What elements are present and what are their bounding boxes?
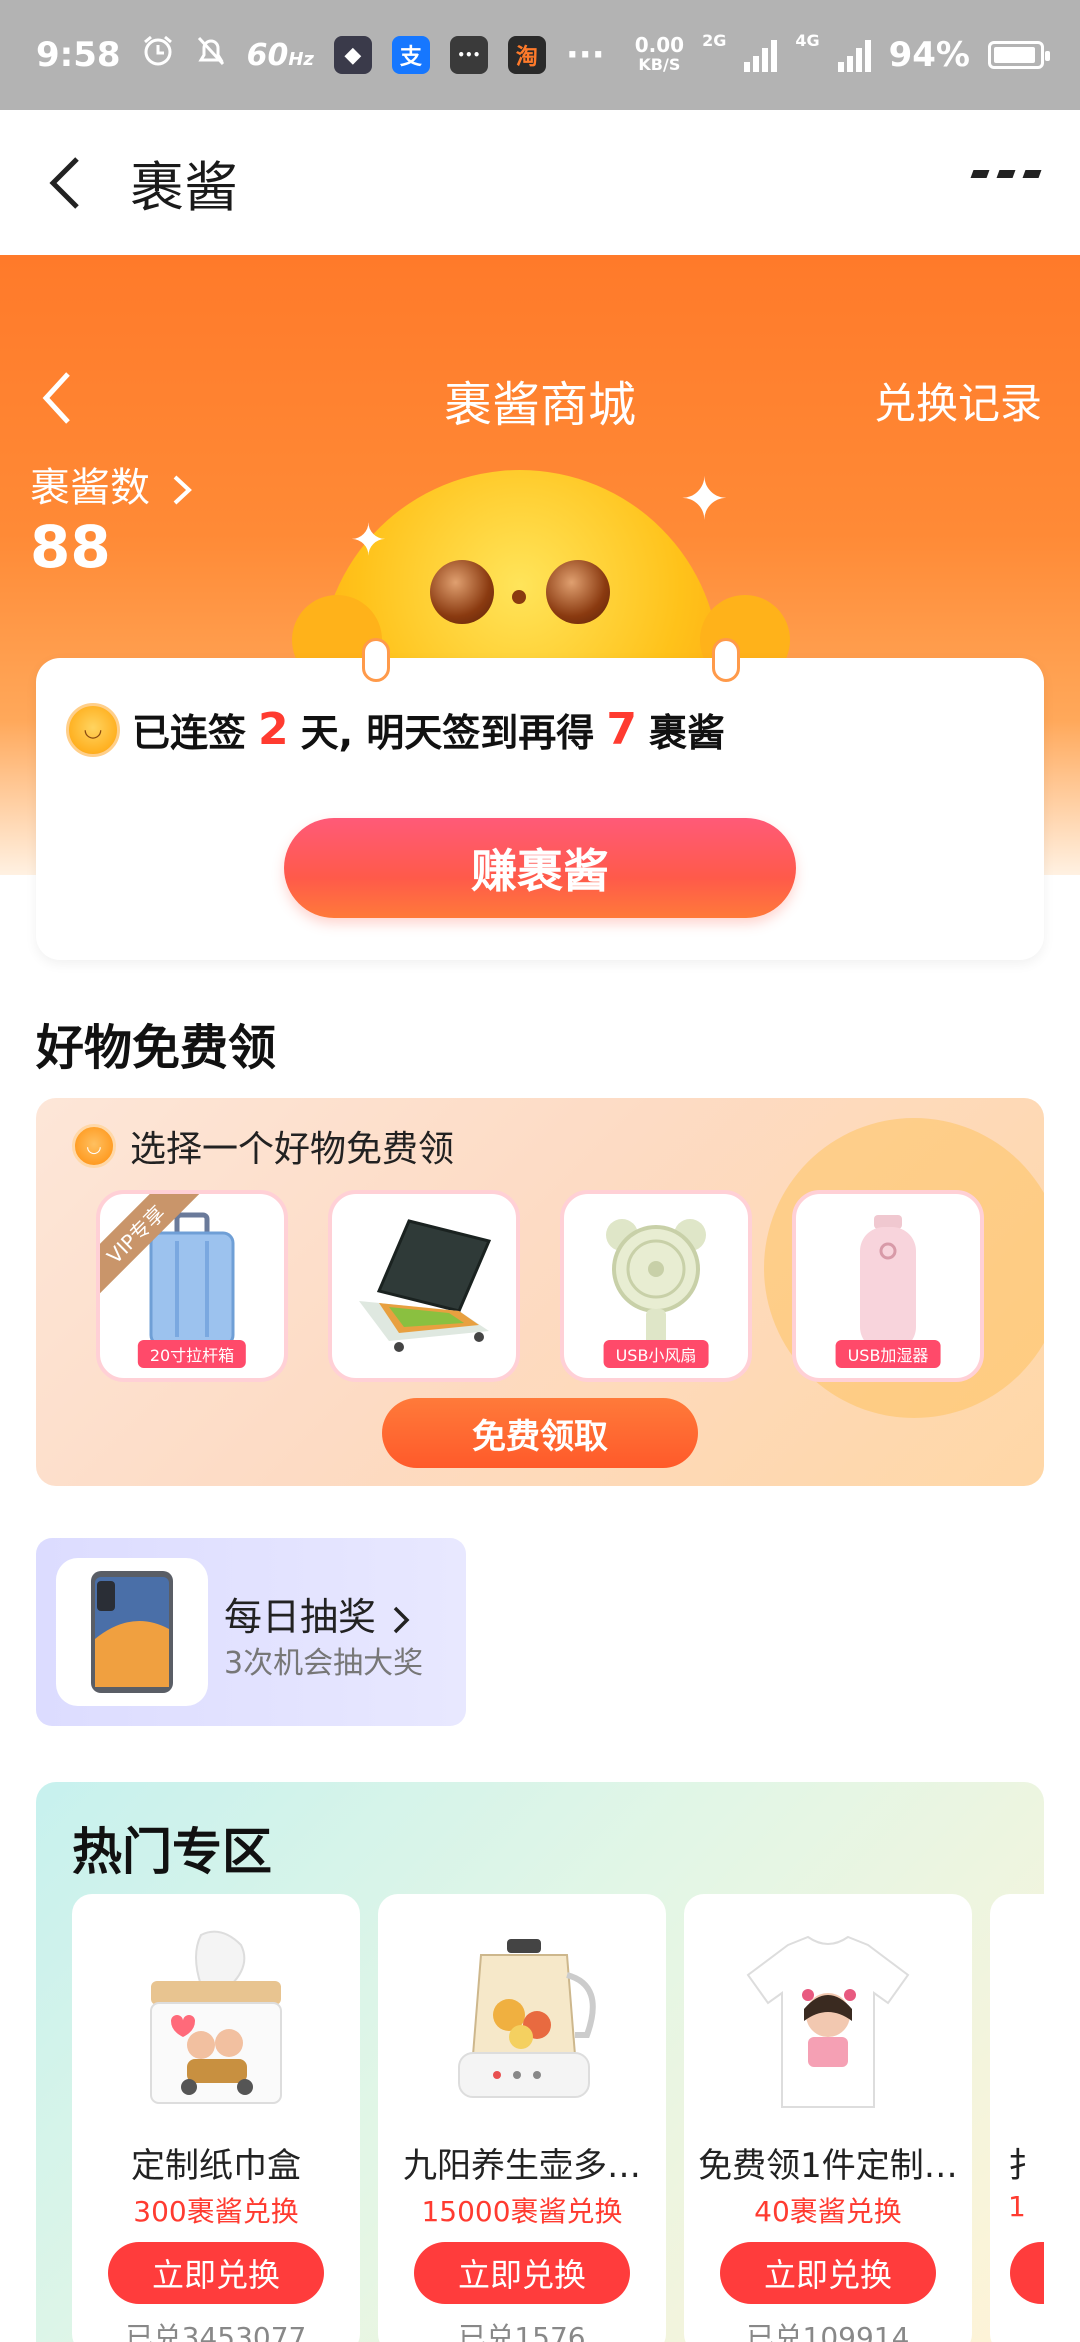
redeemed-count: 已兑109914 [746, 2321, 910, 2342]
lottery-title: 每日抽奖 [224, 1586, 412, 1641]
signal-4g-icon [837, 38, 871, 72]
sandwich-maker-image [359, 1219, 492, 1352]
exchange-record-link[interactable]: 兑换记录 [874, 370, 1042, 431]
back-button[interactable] [0, 110, 130, 255]
points-label: 裹酱数 [30, 465, 150, 511]
hot-product-card[interactable]: 免费领1件定制… 40裹酱兑换 立即兑换 已兑109914 [684, 1894, 972, 2342]
free-goods-card: ◡ 选择一个好物免费领 VIP专享 20寸拉杆箱 USB小风扇 USB加湿器 免… [36, 1098, 1044, 1486]
free-item-usb-fan[interactable]: USB小风扇 [560, 1190, 752, 1382]
earn-points-button[interactable]: 赚裹酱 [284, 818, 796, 918]
tissue-box-image [116, 1920, 316, 2120]
free-item-tag: USB加湿器 [835, 1340, 941, 1368]
free-item-tag: USB小风扇 [603, 1340, 709, 1368]
streak-days: 2 [258, 704, 289, 755]
status-time: 9:58 [36, 35, 121, 75]
hot-section: 热门专区 定制纸巾盒 300裹酱兑换 立即兑换 已兑3453077 九阳养生壶多… [36, 1782, 1044, 2342]
alipay-app-icon: 支 [391, 36, 430, 74]
usb-fan-image [606, 1219, 706, 1357]
more-options-button[interactable] [970, 170, 1042, 178]
coin-icon: ◡ [66, 702, 120, 757]
page-title: 裹酱 [130, 156, 238, 219]
redeem-button[interactable]: 立 [1010, 2242, 1044, 2304]
product-name: 免费领1件定制… [698, 2146, 958, 2186]
shield-app-icon: ◆ [333, 36, 372, 74]
phone-prize-image [56, 1558, 208, 1706]
sparkle-icon: ✦ [350, 515, 387, 566]
redeemed-count: 已兑1576 [458, 2321, 586, 2342]
more-notifications-icon: ··· [565, 35, 605, 75]
free-goods-header: ◡ 选择一个好物免费领 [72, 1120, 454, 1172]
net-2g-label: 2G [702, 31, 727, 50]
coin-icon: ◡ [72, 1124, 116, 1168]
free-item-sandwich-maker[interactable] [328, 1190, 520, 1382]
free-item-humidifier[interactable]: USB加湿器 [792, 1190, 984, 1382]
checkin-card: ◡ 已连签 2 天, 明天签到再得 7 裹酱 赚裹酱 [36, 638, 1044, 960]
free-section-title: 好物免费领 [36, 1020, 277, 1076]
daily-lottery-card[interactable]: 每日抽奖 3次机会抽大奖 [36, 1538, 466, 1726]
product-price: 15000裹酱兑换 [421, 2195, 623, 2228]
net-4g-label: 4G [795, 31, 820, 50]
app-header: 裹酱 [0, 110, 1080, 255]
custom-tshirt-image [728, 1920, 928, 2120]
battery-icon [988, 41, 1050, 69]
lottery-subtitle: 3次机会抽大奖 [224, 1646, 424, 1681]
product-price: 1 [1008, 2190, 1026, 2223]
hot-product-card[interactable]: 九阳养生壶多… 15000裹酱兑换 立即兑换 已兑1576 [378, 1894, 666, 2342]
points-link[interactable]: 裹酱数 [30, 455, 195, 513]
product-name: 定制纸巾盒 [131, 2146, 301, 2186]
humidifier-image [860, 1215, 916, 1351]
redeem-button[interactable]: 立即兑换 [108, 2242, 324, 2304]
chevron-right-icon [173, 475, 192, 505]
product-name: 扌 [1008, 2146, 1042, 2186]
hot-product-card[interactable]: 扌 1 立 [990, 1894, 1044, 2342]
alarm-icon [141, 34, 175, 77]
hot-product-card[interactable]: 定制纸巾盒 300裹酱兑换 立即兑换 已兑3453077 [72, 1894, 360, 2342]
product-price: 300裹酱兑换 [133, 2195, 299, 2228]
hot-section-title: 热门专区 [72, 1823, 272, 1881]
status-bar: 9:58 60Hz ◆ 支 ••• 淘 ··· 0.00 KB/S 2G 4G … [0, 0, 1080, 110]
free-item-tag: 20寸拉杆箱 [137, 1340, 247, 1368]
redeemed-count: 已兑3453077 [125, 2321, 307, 2342]
redeem-button[interactable]: 立即兑换 [720, 2242, 936, 2304]
product-price: 40裹酱兑换 [754, 2195, 902, 2228]
claim-free-button[interactable]: 免费领取 [382, 1398, 698, 1468]
mute-bell-icon [195, 34, 227, 77]
points-value: 88 [30, 513, 111, 581]
chevron-right-icon [393, 1606, 410, 1633]
refresh-rate: 60Hz [246, 37, 314, 73]
network-speed: 0.00 KB/S [634, 33, 685, 74]
product-name: 九阳养生壶多… [403, 2146, 641, 2186]
battery-percent: 94% [888, 35, 970, 75]
sparkle-icon: ✦ [680, 465, 729, 533]
signal-2g-icon [744, 38, 778, 72]
free-goods-subtitle: 选择一个好物免费领 [130, 1129, 455, 1170]
taobao-app-icon: 淘 [507, 36, 546, 74]
chevron-left-icon [49, 156, 79, 209]
hot-product-list: 定制纸巾盒 300裹酱兑换 立即兑换 已兑3453077 九阳养生壶多… 150… [72, 1894, 1044, 2342]
checkin-status: ◡ 已连签 2 天, 明天签到再得 7 裹酱 [66, 702, 725, 757]
redeem-button[interactable]: 立即兑换 [414, 2242, 630, 2304]
dots-app-icon: ••• [449, 36, 488, 74]
tomorrow-reward: 7 [606, 704, 637, 755]
health-kettle-image [422, 1920, 622, 2120]
free-item-suitcase[interactable]: VIP专享 20寸拉杆箱 [96, 1190, 288, 1382]
